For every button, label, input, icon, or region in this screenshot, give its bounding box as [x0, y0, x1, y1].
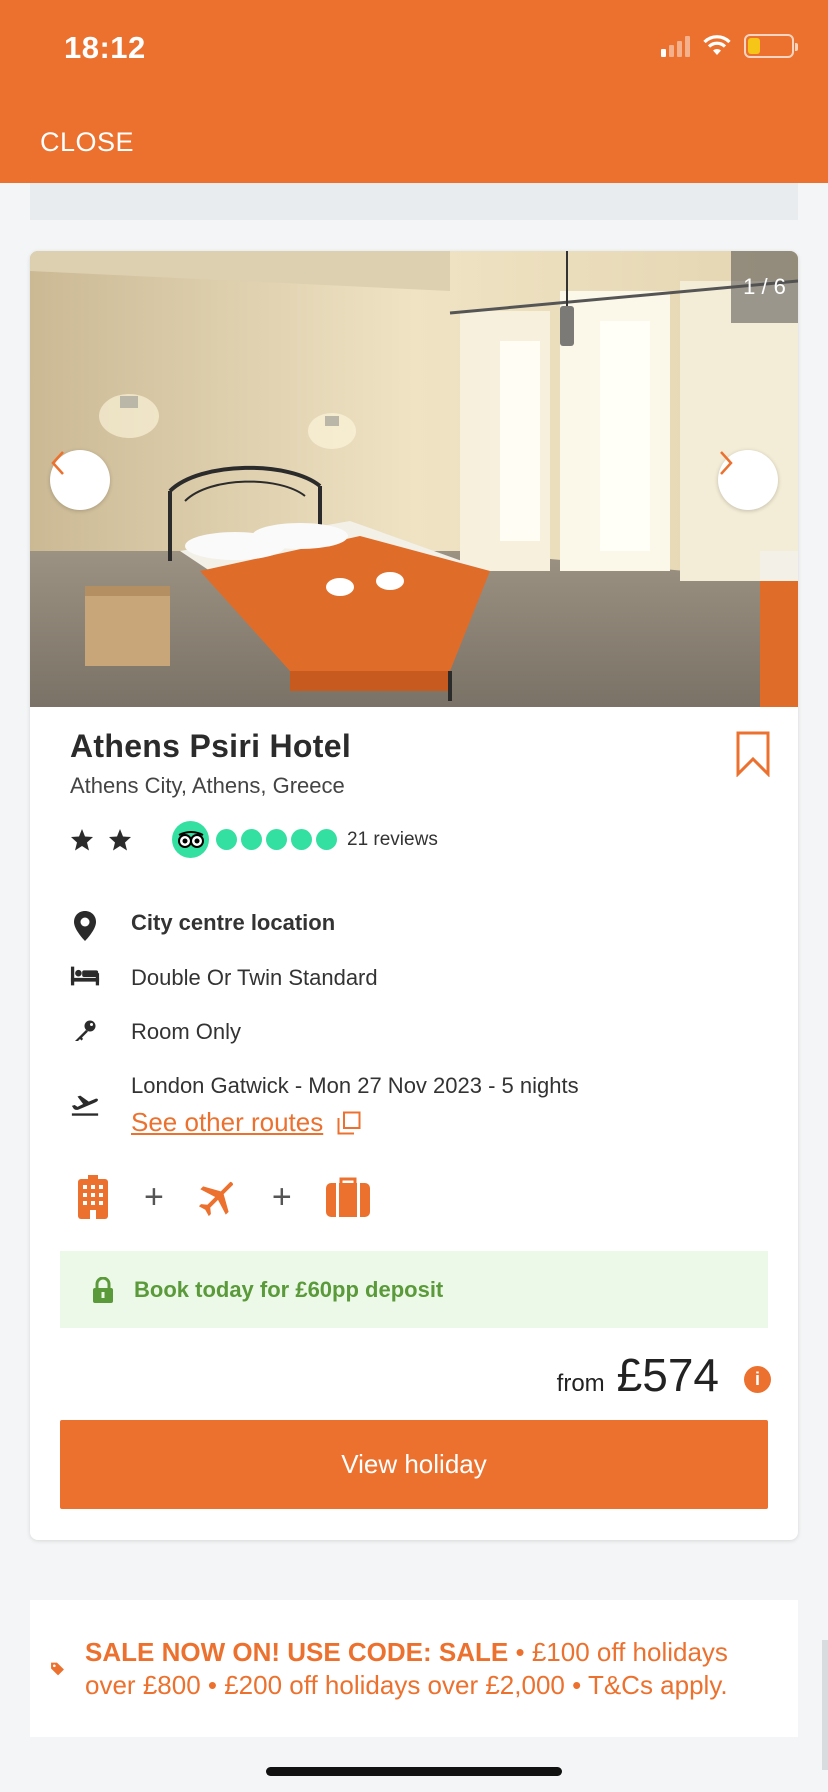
next-photo-button[interactable]	[718, 450, 778, 510]
deposit-banner: Book today for £60pp deposit	[60, 1251, 768, 1328]
see-other-routes-label: See other routes	[131, 1107, 324, 1137]
external-window-icon	[337, 1111, 361, 1134]
hotel-building-icon	[78, 1175, 108, 1219]
chevron-left-icon	[51, 451, 64, 475]
plane-icon	[198, 1181, 233, 1217]
price-tag-icon	[51, 1662, 64, 1675]
plus-icon: +	[144, 1177, 164, 1216]
status-icons	[661, 34, 798, 58]
wifi-icon	[703, 35, 731, 55]
hotel-card: 1 / 6 Athens Psiri Hotel Athens City, At…	[30, 251, 798, 1540]
tripadvisor-bubble-rating	[216, 829, 337, 850]
deposit-text: Book today for £60pp deposit	[134, 1276, 444, 1302]
tripadvisor-icon	[172, 821, 209, 858]
bookmark-button[interactable]	[735, 731, 771, 782]
feature-location: City centre location	[70, 910, 335, 942]
feature-flight-text: London Gatwick - Mon 27 Nov 2023 - 5 nig…	[131, 1073, 579, 1098]
hotel-photo[interactable]: 1 / 6	[30, 251, 798, 707]
key-icon	[75, 1020, 96, 1041]
feature-flight: London Gatwick - Mon 27 Nov 2023 - 5 nig…	[70, 1073, 579, 1138]
review-count[interactable]: 21 reviews	[347, 829, 438, 851]
hotel-name: Athens Psiri Hotel	[70, 728, 352, 764]
star-icon	[109, 829, 131, 851]
next-card-edge	[822, 1640, 828, 1770]
chevron-right-icon	[720, 451, 733, 475]
lock-icon	[93, 1276, 113, 1303]
luggage-icon	[325, 1177, 370, 1217]
plus-icon: +	[271, 1177, 292, 1216]
feature-board: Room Only	[70, 1019, 241, 1045]
departure-icon	[71, 1095, 99, 1116]
hotel-room-image	[30, 251, 798, 707]
home-indicator[interactable]	[266, 1767, 562, 1776]
status-time: 18:12	[64, 30, 146, 65]
price-from-label: from	[556, 1370, 605, 1397]
info-icon[interactable]: i	[744, 1366, 771, 1393]
photo-counter: 1 / 6	[731, 251, 798, 323]
sale-text: SALE NOW ON! USE CODE: SALE • £100 off h…	[85, 1636, 778, 1702]
hotel-location: Athens City, Athens, Greece	[70, 773, 345, 798]
star-icon	[71, 829, 93, 851]
price-row: from £574 i	[557, 1348, 771, 1402]
map-pin-icon	[74, 911, 96, 941]
previous-card-edge	[30, 183, 798, 220]
bed-icon	[70, 966, 100, 986]
bookmark-icon	[736, 731, 770, 778]
feature-location-text: City centre location	[131, 910, 336, 935]
close-button[interactable]: CLOSE	[40, 127, 134, 158]
sale-headline: SALE NOW ON! USE CODE: SALE	[85, 1636, 509, 1667]
package-icons: + +	[75, 1175, 371, 1219]
see-other-routes-link[interactable]: See other routes	[131, 1107, 361, 1138]
sale-banner[interactable]: SALE NOW ON! USE CODE: SALE • £100 off h…	[30, 1600, 798, 1737]
feature-room-text: Double Or Twin Standard	[131, 965, 378, 990]
app-header: 18:12 CLOSE	[0, 0, 828, 183]
feature-room: Double Or Twin Standard	[70, 965, 378, 991]
signal-icon	[661, 35, 690, 57]
previous-photo-button[interactable]	[50, 450, 110, 510]
feature-board-text: Room Only	[131, 1019, 242, 1044]
view-holiday-button[interactable]: View holiday	[60, 1420, 768, 1509]
price-amount: £574	[616, 1349, 719, 1401]
rating-row: 21 reviews	[70, 821, 438, 858]
battery-icon	[744, 34, 798, 58]
star-rating	[70, 828, 132, 851]
